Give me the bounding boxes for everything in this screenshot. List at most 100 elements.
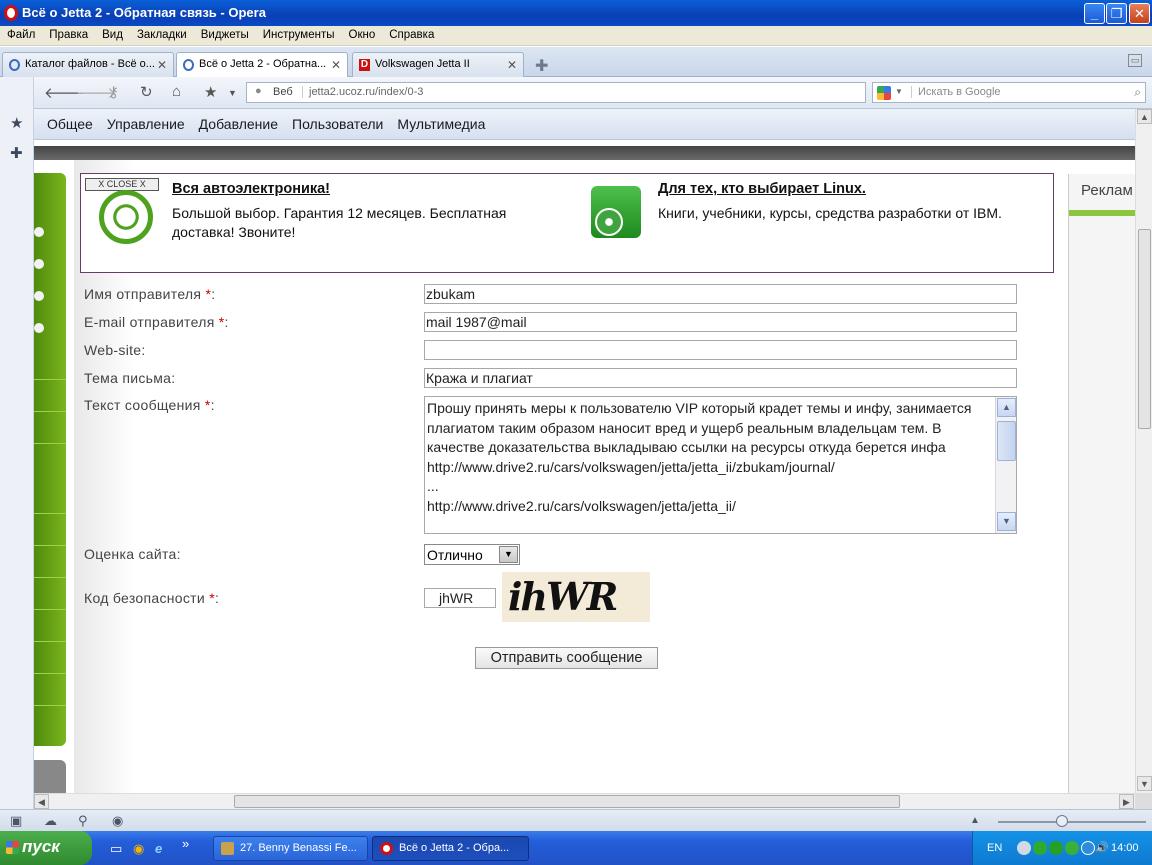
- ad1-title-link[interactable]: Вся автоэлектроника!: [172, 181, 330, 197]
- ad2-text[interactable]: Книги, учебники, курсы, средства разрабо…: [658, 204, 1053, 223]
- captcha-text: ihWR: [508, 574, 618, 619]
- search-engine-dropdown-icon[interactable]: ▼: [895, 87, 903, 96]
- start-button[interactable]: пуск: [0, 831, 92, 865]
- address-field[interactable]: Вебjetta2.ucoz.ru/index/0-3: [246, 82, 866, 103]
- label-text: Имя отправителя: [84, 286, 202, 302]
- menu-window[interactable]: Окно: [342, 26, 383, 41]
- quicklaunch-overflow-icon[interactable]: »: [182, 836, 189, 851]
- ad-close-button[interactable]: X CLOSE X: [85, 178, 159, 191]
- tray-back-icon[interactable]: [1017, 841, 1031, 855]
- send-message-button[interactable]: Отправить сообщение: [475, 647, 658, 669]
- taskbar-opera-button[interactable]: Всё о Jetta 2 - Обра...: [372, 836, 529, 861]
- page-hscroll-thumb[interactable]: [234, 795, 900, 808]
- zoom-slider-knob[interactable]: [1056, 815, 1068, 827]
- menu-edit[interactable]: Правка: [42, 26, 95, 41]
- site-menu-multimedia[interactable]: Мультимедиа: [390, 109, 492, 132]
- page-scroll-left-icon[interactable]: ◀: [34, 794, 49, 809]
- tab-label: Каталог файлов - Всё о...: [25, 58, 155, 70]
- search-placeholder[interactable]: Искать в Google: [911, 86, 1001, 98]
- bookmarks-panel-star-icon[interactable]: ★: [10, 114, 23, 132]
- scroll-thumb[interactable]: [997, 421, 1016, 461]
- site-menu-add[interactable]: Добавление: [192, 109, 285, 132]
- reload-icon[interactable]: ↻: [140, 83, 153, 101]
- tray-utorrent-icon[interactable]: [1049, 841, 1063, 855]
- page-vertical-scrollbar[interactable]: ▲ ▼: [1135, 109, 1152, 793]
- new-tab-button[interactable]: ✚: [535, 56, 548, 76]
- website-input[interactable]: [424, 340, 1017, 360]
- scroll-down-icon[interactable]: ▼: [997, 512, 1016, 531]
- page-scroll-thumb[interactable]: [1138, 229, 1151, 429]
- menu-bookmarks[interactable]: Закладки: [130, 26, 194, 41]
- message-textarea[interactable]: Прошу принять меры к пользователю VIP ко…: [424, 396, 1017, 534]
- ad2-title-link[interactable]: Для тех, кто выбирает Linux.: [658, 181, 866, 197]
- page-scroll-up-icon[interactable]: ▲: [1137, 109, 1152, 124]
- sidebar-bullet: [34, 259, 44, 269]
- panel-toggle-icon[interactable]: ▣: [10, 813, 22, 829]
- menu-tools[interactable]: Инструменты: [256, 26, 342, 41]
- opera-unite-cloud-icon[interactable]: ☁: [44, 813, 57, 829]
- bookmark-star-icon[interactable]: ★: [204, 83, 217, 101]
- tab-close-icon[interactable]: ✕: [331, 58, 341, 72]
- chrome-icon[interactable]: ◉: [133, 841, 144, 857]
- search-field[interactable]: ▼ Искать в Google ⌕: [872, 82, 1146, 103]
- tab-close-icon[interactable]: ✕: [507, 58, 517, 72]
- zoom-slider-track[interactable]: [998, 821, 1146, 823]
- label-colon: :: [214, 590, 220, 606]
- menu-view[interactable]: Вид: [95, 26, 130, 41]
- volume-icon[interactable]: [1081, 841, 1095, 855]
- tab-close-icon[interactable]: ✕: [157, 58, 167, 72]
- bookmark-dropdown-icon[interactable]: ▼: [228, 88, 237, 98]
- sender-name-input[interactable]: zbukam: [424, 284, 1017, 304]
- message-text[interactable]: Прошу принять меры к пользователю VIP ко…: [427, 399, 995, 531]
- rating-select[interactable]: Отлично ▼: [424, 544, 520, 565]
- search-magnifier-icon[interactable]: ⌕: [1134, 85, 1141, 100]
- site-menu-management[interactable]: Управление: [100, 109, 192, 132]
- menu-help[interactable]: Справка: [382, 26, 441, 41]
- add-panel-plus-icon[interactable]: ✚: [10, 144, 23, 162]
- turbo-icon[interactable]: ◉: [112, 813, 123, 829]
- security-code-input[interactable]: jhWR: [424, 588, 496, 608]
- disc-ad-icon[interactable]: [591, 186, 641, 238]
- internet-explorer-icon[interactable]: e: [155, 841, 162, 856]
- label-text: Текст сообщения: [84, 397, 201, 413]
- tab-catalog[interactable]: Каталог файлов - Всё о... ✕: [2, 52, 174, 77]
- subject-input[interactable]: Кража и плагиат: [424, 368, 1017, 388]
- drive2-tab-icon: D: [359, 59, 370, 71]
- page-scroll-right-icon[interactable]: ▶: [1119, 794, 1134, 809]
- closed-tabs-trash-icon[interactable]: ▭: [1128, 54, 1142, 67]
- tab-jetta-feedback[interactable]: Всё о Jetta 2 - Обратна... ✕: [176, 52, 348, 78]
- tray-green-icon[interactable]: [1033, 841, 1047, 855]
- tray-app-icon[interactable]: [1065, 841, 1079, 855]
- key-wand-icon[interactable]: ⚷: [108, 83, 119, 101]
- label-colon: :: [224, 314, 229, 330]
- sidebar-divider: [34, 411, 66, 412]
- show-desktop-icon[interactable]: ▭: [110, 841, 122, 857]
- google-icon[interactable]: [877, 86, 891, 100]
- speaker-icon[interactable]: 🔊: [1095, 841, 1109, 855]
- ad1-text[interactable]: Большой выбор. Гарантия 12 месяцев. Бесп…: [172, 204, 572, 242]
- site-menu-general[interactable]: Общее: [40, 109, 100, 132]
- close-window-button[interactable]: ✕: [1129, 3, 1150, 24]
- home-icon[interactable]: ⌂: [172, 83, 181, 100]
- url-text[interactable]: jetta2.ucoz.ru/index/0-3: [303, 86, 423, 98]
- site-menu-users[interactable]: Пользователи: [285, 109, 390, 132]
- sidebar-divider: [34, 545, 66, 546]
- page-scroll-down-icon[interactable]: ▼: [1137, 776, 1152, 791]
- share-icon[interactable]: ⚲: [78, 813, 88, 829]
- view-options-icon[interactable]: ▲: [970, 815, 980, 826]
- label-colon: :: [210, 397, 215, 413]
- select-arrow-icon[interactable]: ▼: [499, 546, 518, 563]
- language-indicator[interactable]: EN: [987, 842, 1002, 854]
- maximize-button[interactable]: ❐: [1106, 3, 1127, 24]
- menu-widgets[interactable]: Виджеты: [194, 26, 256, 41]
- wheel-ad-icon[interactable]: [99, 190, 153, 244]
- message-scrollbar[interactable]: ▲ ▼: [995, 397, 1016, 533]
- sidebar-divider: [34, 641, 66, 642]
- sender-email-input[interactable]: mail 1987@mail: [424, 312, 1017, 332]
- menu-file[interactable]: Файл: [0, 26, 42, 41]
- tab-volkswagen[interactable]: D Volkswagen Jetta II ✕: [352, 52, 524, 77]
- minimize-button[interactable]: _: [1084, 3, 1105, 24]
- scroll-up-icon[interactable]: ▲: [997, 398, 1016, 417]
- page-horizontal-scrollbar[interactable]: ◀ ▶: [34, 793, 1135, 809]
- taskbar-winamp-button[interactable]: 27. Benny Benassi Fe...: [213, 836, 368, 861]
